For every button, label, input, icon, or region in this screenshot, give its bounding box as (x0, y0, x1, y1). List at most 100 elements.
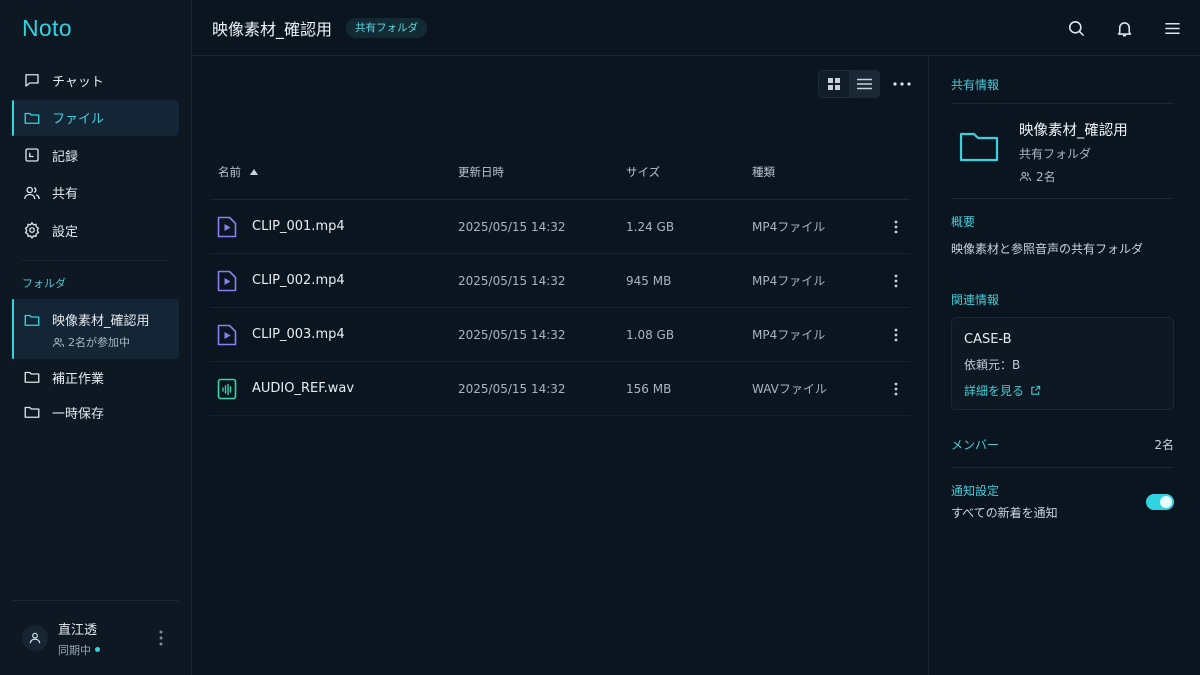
file-name-cell: CLIP_003.mp4 (214, 322, 458, 348)
row-actions (882, 377, 910, 401)
users-icon (52, 337, 65, 347)
users-icon (22, 183, 42, 203)
video-file-icon (214, 214, 240, 240)
row-menu-button[interactable] (886, 269, 906, 293)
more-vertical-icon (159, 630, 163, 646)
user-box: 直江透 同期中 (12, 600, 179, 675)
column-name-header[interactable]: 名前 (218, 164, 458, 180)
user-menu-button[interactable] (153, 628, 169, 648)
members-count: 2名 (1154, 438, 1174, 452)
notification-label: 通知設定 (951, 484, 1000, 498)
folder-label: 補正作業 (52, 371, 105, 387)
overview-text: 映像素材と参照音声の共有フォルダ (951, 242, 1144, 256)
sidebar-item-label: 記録 (52, 149, 79, 165)
row-actions (882, 215, 910, 239)
table-row[interactable]: AUDIO_REF.wav 2025/05/15 14:32 156 MB WA… (210, 362, 910, 416)
row-menu-button[interactable] (886, 323, 906, 347)
panel-folder-summary: 映像素材_確認用 共有フォルダ 2名 (951, 104, 1174, 199)
file-size: 1.08 GB (626, 327, 675, 342)
folder-icon (959, 132, 999, 162)
row-menu-button[interactable] (886, 377, 906, 401)
more-options-button[interactable] (890, 74, 914, 94)
file-name: CLIP_001.mp4 (252, 219, 345, 234)
panel-folder-type: 共有フォルダ (1019, 147, 1092, 161)
file-kind: MP4ファイル (752, 274, 826, 288)
table-row[interactable]: CLIP_002.mp4 2025/05/15 14:32 945 MB MP4… (210, 254, 910, 308)
folder-participants: 2名が参加中 (52, 334, 150, 350)
sidebar-folder-correction[interactable]: 補正作業 (12, 360, 179, 394)
sidebar-folder-video-review[interactable]: 映像素材_確認用 2名が参加中 (12, 299, 179, 359)
row-actions (882, 269, 910, 293)
row-actions (882, 323, 910, 347)
file-list-area: 名前 更新日時 サイズ 種類 CLIP_001.mp4 2025/05/15 1… (192, 56, 928, 675)
related-title: CASE-B (964, 332, 1012, 347)
file-date: 2025/05/15 14:32 (458, 219, 566, 234)
folder-icon (22, 310, 42, 330)
grid-view-button[interactable] (819, 71, 849, 97)
main-area: 映像素材_確認用 共有フォルダ 名前 更新日時 サイズ 種類 CLIP_001.… (192, 0, 1200, 675)
file-size: 945 MB (626, 273, 672, 288)
file-name-cell: CLIP_001.mp4 (214, 214, 458, 240)
panel-folder-members-text: 2名 (1036, 170, 1056, 184)
file-date: 2025/05/15 14:32 (458, 327, 566, 342)
file-kind: MP4ファイル (752, 328, 826, 342)
sync-status-text: 同期中 (58, 643, 91, 657)
sidebar-item-share[interactable]: 共有 (12, 175, 179, 211)
related-card: CASE-B 依頼元：B 詳細を見る (951, 317, 1174, 410)
list-view-button[interactable] (849, 71, 879, 97)
details-panel: 共有情報 映像素材_確認用 共有フォルダ 2名 概要 映像素材と参照音声の共有フ… (928, 56, 1200, 675)
folders-section-label: フォルダ (22, 277, 66, 290)
hamburger-icon (1164, 22, 1180, 34)
folder-icon (22, 367, 42, 387)
file-size: 156 MB (626, 381, 672, 396)
panel-heading: 共有情報 (951, 76, 1174, 104)
folder-icon (22, 108, 42, 128)
view-toggle (818, 70, 880, 98)
sidebar-item-label: ファイル (52, 112, 105, 127)
column-name-label: 名前 (218, 165, 241, 179)
column-date-header[interactable]: 更新日時 (458, 164, 626, 180)
sidebar-item-settings[interactable]: 設定 (12, 212, 179, 248)
row-menu-button[interactable] (886, 215, 906, 239)
menu-button[interactable] (1158, 14, 1186, 42)
avatar[interactable] (22, 625, 48, 651)
column-size-header[interactable]: サイズ (626, 164, 752, 180)
top-actions (1062, 14, 1186, 42)
sort-ascending-icon (250, 169, 258, 175)
members-row[interactable]: メンバー 2名 (951, 436, 1174, 468)
grid-icon (828, 78, 840, 90)
search-button[interactable] (1062, 14, 1090, 42)
bell-icon (1117, 21, 1131, 36)
shared-folder-badge: 共有フォルダ (346, 17, 428, 38)
notification-description: すべての新着を通知 (951, 506, 1058, 520)
notifications-button[interactable] (1110, 14, 1138, 42)
sidebar-folder-temp[interactable]: 一時保存 (12, 395, 179, 429)
members-label: メンバー (951, 438, 1000, 452)
table-row[interactable]: CLIP_001.mp4 2025/05/15 14:32 1.24 GB MP… (210, 200, 910, 254)
folder-icon (22, 402, 42, 422)
topbar: 映像素材_確認用 共有フォルダ (192, 0, 1200, 56)
more-vertical-icon (894, 382, 898, 395)
file-size: 1.24 GB (626, 219, 675, 234)
status-dot (95, 647, 100, 652)
sidebar: Noto チャット ファイル 記録 共有 設定 フォルダ 映像素材_確認用 2名… (0, 0, 192, 675)
related-requester: 依頼元：B (964, 358, 1021, 372)
file-name: AUDIO_REF.wav (252, 381, 355, 396)
sidebar-item-chat[interactable]: チャット (12, 62, 179, 98)
details-link[interactable]: 詳細を見る (964, 382, 1161, 399)
column-kind-header[interactable]: 種類 (752, 164, 882, 180)
sidebar-item-records[interactable]: 記録 (12, 137, 179, 173)
file-name: CLIP_003.mp4 (252, 327, 345, 342)
file-table: 名前 更新日時 サイズ 種類 CLIP_001.mp4 2025/05/15 1… (210, 164, 910, 416)
file-name-cell: CLIP_002.mp4 (214, 268, 458, 294)
file-kind: MP4ファイル (752, 220, 826, 234)
table-header: 名前 更新日時 サイズ 種類 (210, 164, 910, 200)
panel-folder-members: 2名 (1019, 168, 1128, 185)
table-row[interactable]: CLIP_003.mp4 2025/05/15 14:32 1.08 GB MP… (210, 308, 910, 362)
brand-logo[interactable]: Noto (12, 0, 179, 56)
list-icon (856, 78, 872, 90)
video-file-icon (214, 322, 240, 348)
sidebar-item-files[interactable]: ファイル (12, 99, 179, 136)
notification-toggle[interactable] (1146, 493, 1174, 510)
users-icon (1019, 171, 1032, 181)
